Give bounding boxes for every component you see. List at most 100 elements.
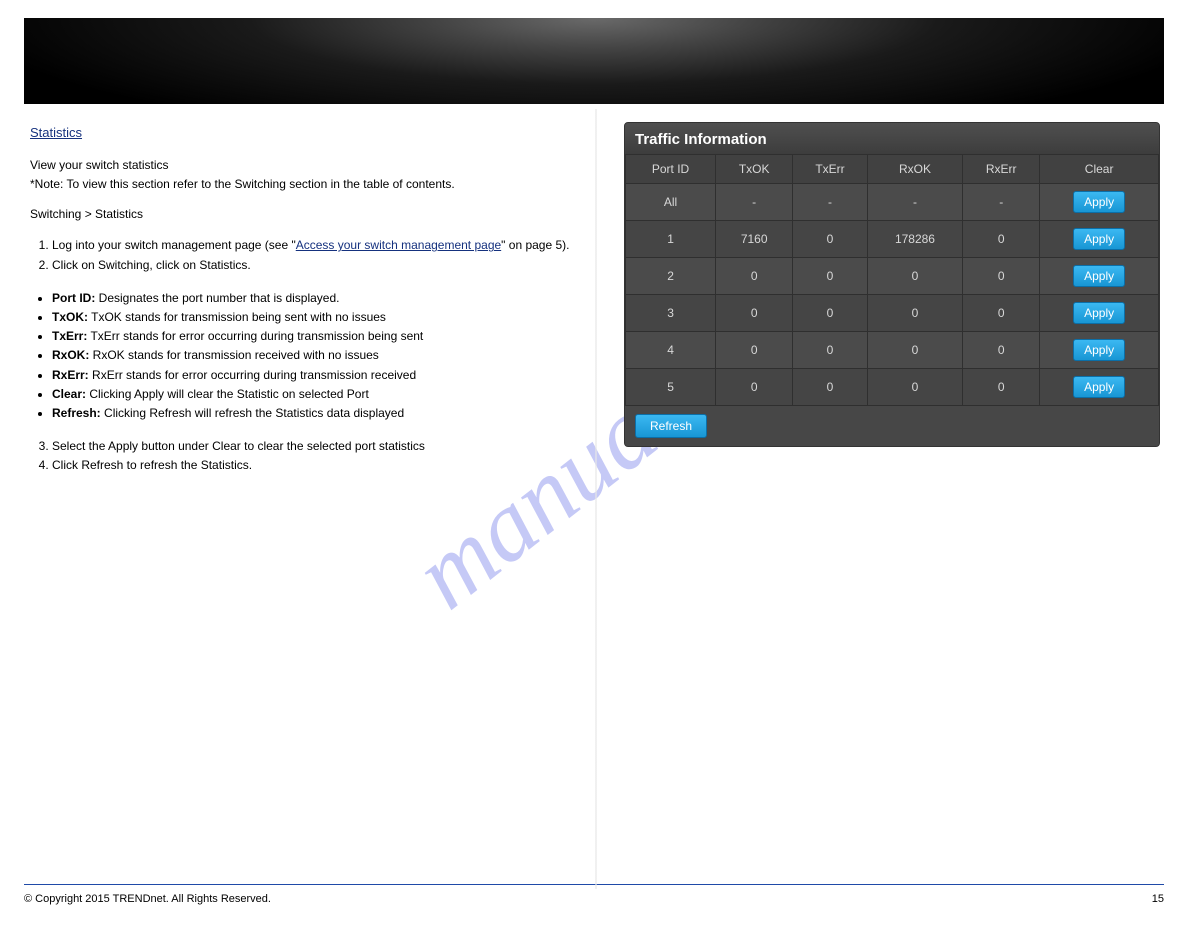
- cell-rxok: 0: [867, 295, 962, 332]
- cell-port: 1: [626, 221, 716, 258]
- label: Refresh:: [52, 406, 101, 420]
- cell-rxok: 178286: [867, 221, 962, 258]
- cell-rxerr: 0: [963, 295, 1040, 332]
- desc: TxErr stands for error occurring during …: [87, 329, 423, 343]
- list-item: Click on Switching, click on Statistics.: [52, 256, 590, 275]
- table-row: 4 0 0 0 0 Apply: [626, 332, 1159, 369]
- cell-txerr: 0: [793, 369, 868, 406]
- apply-button[interactable]: Apply: [1073, 376, 1125, 398]
- cell-port: 3: [626, 295, 716, 332]
- cell-port: 4: [626, 332, 716, 369]
- cell-txerr: 0: [793, 295, 868, 332]
- access-page-link[interactable]: Access your switch management page: [296, 238, 501, 252]
- apply-button[interactable]: Apply: [1073, 339, 1125, 361]
- col-port-id: Port ID: [626, 155, 716, 184]
- desc: Clicking Apply will clear the Statistic …: [86, 387, 369, 401]
- steps-2: Select the Apply button under Clear to c…: [30, 437, 590, 475]
- column-divider: [595, 109, 597, 889]
- statistics-link[interactable]: Statistics: [30, 125, 82, 140]
- label: TxErr:: [52, 329, 87, 343]
- cell-clear: Apply: [1040, 221, 1159, 258]
- cell-clear: Apply: [1040, 295, 1159, 332]
- table-row: 2 0 0 0 0 Apply: [626, 258, 1159, 295]
- apply-button[interactable]: Apply: [1073, 302, 1125, 324]
- cell-txok: 0: [716, 369, 793, 406]
- cell-txerr: -: [793, 184, 868, 221]
- cell-txerr: 0: [793, 258, 868, 295]
- desc: Designates the port number that is displ…: [95, 291, 339, 305]
- cell-rxok: -: [867, 184, 962, 221]
- panel-title: Traffic Information: [625, 123, 1159, 154]
- apply-button[interactable]: Apply: [1073, 228, 1125, 250]
- list-item: TxErr: TxErr stands for error occurring …: [52, 327, 590, 346]
- label: RxOK:: [52, 348, 89, 362]
- desc: RxErr stands for error occurring during …: [89, 368, 416, 382]
- cell-rxerr: 0: [963, 369, 1040, 406]
- list-item: Refresh: Clicking Refresh will refresh t…: [52, 404, 590, 423]
- cell-port: All: [626, 184, 716, 221]
- desc: RxOK stands for transmission received wi…: [89, 348, 378, 362]
- cell-rxerr: 0: [963, 258, 1040, 295]
- list-item: RxOK: RxOK stands for transmission recei…: [52, 346, 590, 365]
- cell-txok: 0: [716, 258, 793, 295]
- view-note: *Note: To view this section refer to the…: [30, 176, 590, 192]
- field-bullets: Port ID: Designates the port number that…: [30, 289, 590, 423]
- copyright-text: © Copyright 2015 TRENDnet. All Rights Re…: [24, 893, 271, 905]
- cell-rxerr: 0: [963, 221, 1040, 258]
- steps-1: Log into your switch management page (se…: [30, 236, 590, 274]
- table-header-row: Port ID TxOK TxErr RxOK RxErr Clear: [626, 155, 1159, 184]
- list-item: Click Refresh to refresh the Statistics.: [52, 456, 590, 475]
- label: RxErr:: [52, 368, 89, 382]
- table-row: All - - - - Apply: [626, 184, 1159, 221]
- list-item: RxErr: RxErr stands for error occurring …: [52, 366, 590, 385]
- header-banner: [24, 18, 1164, 104]
- cell-clear: Apply: [1040, 184, 1159, 221]
- col-rxerr: RxErr: [963, 155, 1040, 184]
- cell-txok: -: [716, 184, 793, 221]
- cell-clear: Apply: [1040, 332, 1159, 369]
- breadcrumb-text: Switching > Statistics: [30, 206, 590, 222]
- panel-footer: Refresh: [625, 406, 1159, 446]
- page-number: 15: [1152, 893, 1164, 905]
- cell-rxerr: -: [963, 184, 1040, 221]
- apply-button[interactable]: Apply: [1073, 191, 1125, 213]
- footer-divider: [24, 884, 1164, 885]
- cell-rxok: 0: [867, 369, 962, 406]
- left-column: Statistics View your switch statistics *…: [30, 124, 590, 475]
- cell-port: 2: [626, 258, 716, 295]
- refresh-button[interactable]: Refresh: [635, 414, 707, 438]
- cell-rxerr: 0: [963, 332, 1040, 369]
- step-text: Log into your switch management page (se…: [52, 238, 296, 252]
- list-item: Log into your switch management page (se…: [52, 236, 590, 255]
- view-title: View your switch statistics: [30, 158, 590, 172]
- col-txok: TxOK: [716, 155, 793, 184]
- apply-button[interactable]: Apply: [1073, 265, 1125, 287]
- traffic-table: Port ID TxOK TxErr RxOK RxErr Clear All …: [625, 154, 1159, 406]
- desc: TxOK stands for transmission being sent …: [88, 310, 386, 324]
- list-item: Clear: Clicking Apply will clear the Sta…: [52, 385, 590, 404]
- traffic-panel: Traffic Information Port ID TxOK TxErr R…: [624, 122, 1160, 447]
- table-row: 3 0 0 0 0 Apply: [626, 295, 1159, 332]
- cell-txok: 0: [716, 295, 793, 332]
- cell-rxok: 0: [867, 332, 962, 369]
- cell-clear: Apply: [1040, 258, 1159, 295]
- col-txerr: TxErr: [793, 155, 868, 184]
- cell-txok: 7160: [716, 221, 793, 258]
- desc: Clicking Refresh will refresh the Statis…: [101, 406, 404, 420]
- label: Port ID:: [52, 291, 95, 305]
- list-item: Select the Apply button under Clear to c…: [52, 437, 590, 456]
- list-item: Port ID: Designates the port number that…: [52, 289, 590, 308]
- cell-rxok: 0: [867, 258, 962, 295]
- table-row: 5 0 0 0 0 Apply: [626, 369, 1159, 406]
- table-row: 1 7160 0 178286 0 Apply: [626, 221, 1159, 258]
- label: Clear:: [52, 387, 86, 401]
- cell-txerr: 0: [793, 221, 868, 258]
- list-item: TxOK: TxOK stands for transmission being…: [52, 308, 590, 327]
- step-text: " on page 5).: [501, 238, 569, 252]
- col-rxok: RxOK: [867, 155, 962, 184]
- cell-port: 5: [626, 369, 716, 406]
- col-clear: Clear: [1040, 155, 1159, 184]
- cell-clear: Apply: [1040, 369, 1159, 406]
- cell-txerr: 0: [793, 332, 868, 369]
- cell-txok: 0: [716, 332, 793, 369]
